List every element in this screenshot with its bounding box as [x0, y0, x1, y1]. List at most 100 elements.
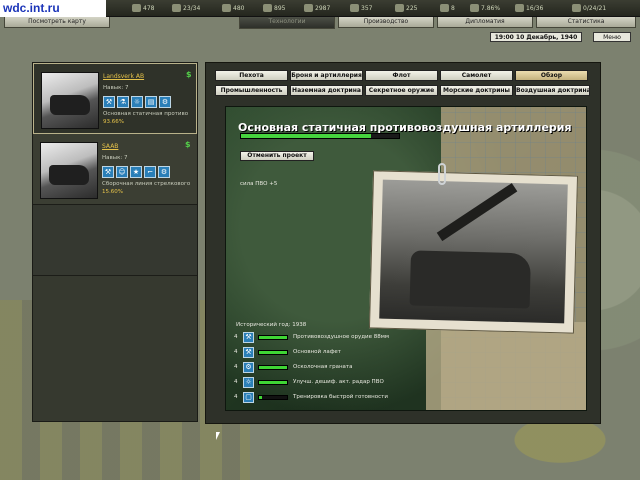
resource-transports[interactable]: 8 — [440, 4, 455, 12]
menu-button[interactable]: Меню — [593, 32, 631, 42]
resource-officers[interactable]: 0/24/21 — [572, 4, 606, 12]
requirement-label: Тренировка быстрой готовности — [293, 394, 388, 400]
resource-money[interactable]: 357 — [350, 4, 372, 12]
category-air-doctrine[interactable]: Воздушная доктрина — [515, 85, 590, 96]
blueprint-icon: ▢ — [243, 392, 254, 403]
requirement-bar — [258, 350, 288, 355]
wrench-icon: ⚒ — [243, 347, 254, 358]
gears-icon: ⚙ — [159, 96, 171, 108]
company-name: SAAB — [102, 143, 119, 150]
wrench-icon: ⚒ — [243, 332, 254, 343]
transports-icon — [440, 4, 449, 12]
company-project: Основная статичная противо — [103, 111, 189, 117]
resource-energy[interactable]: 23/34 — [172, 4, 200, 12]
category-navy[interactable]: Флот — [365, 70, 438, 81]
company-name: Landsverk AB — [103, 73, 145, 80]
wrench-icon: ⚒ — [102, 166, 114, 178]
oil-icon — [304, 4, 313, 12]
resource-escorts[interactable]: 7.86% — [470, 4, 500, 12]
rare-materials-icon — [263, 4, 272, 12]
company-landsverk[interactable]: Landsverk AB $ Навык: 7 ⚒ ⚗ ☼ ▤ ⚙ Основн… — [33, 63, 197, 134]
requirement-label: Улучш. дешиф. акт. радар ПВО — [293, 379, 384, 385]
company-photo — [41, 72, 99, 129]
resource-rare-materials[interactable]: 895 — [263, 4, 285, 12]
requirement-level: 4 — [234, 349, 238, 355]
resource-oil[interactable]: 2987 — [304, 4, 330, 12]
resource-manpower[interactable]: 478 — [132, 4, 154, 12]
tech-progress-fill — [241, 134, 371, 138]
resource-dissent[interactable]: 16/36 — [515, 4, 543, 12]
resource-supplies[interactable]: 225 — [395, 4, 417, 12]
anti-aircraft-gun-image — [379, 179, 568, 324]
category-overview[interactable]: Обзор — [515, 70, 588, 81]
metal-icon — [222, 4, 231, 12]
dissent-icon — [515, 4, 524, 12]
requirement-bar — [258, 335, 288, 340]
requirement-fill — [259, 396, 262, 399]
requirement-bar — [258, 395, 288, 400]
company-photo — [40, 142, 98, 199]
blueprint-icon: ▤ — [145, 96, 157, 108]
tech-progress-bar — [240, 133, 400, 139]
requirement-row[interactable]: 4 ☼ Улучш. дешиф. акт. радар ПВО — [234, 377, 434, 388]
company-skill: Навык: 7 — [103, 85, 129, 91]
tab-production[interactable]: Производство — [338, 17, 434, 28]
requirement-level: 4 — [234, 379, 238, 385]
company-icons: ⚒ ☺ ★ ⌐ ⚙ — [102, 166, 170, 178]
category-aircraft[interactable]: Самолет — [440, 70, 513, 81]
requirement-level: 4 — [234, 394, 238, 400]
category-infantry[interactable]: Пехота — [215, 70, 288, 81]
company-slot-empty[interactable] — [33, 205, 197, 276]
company-progress: 93.66% — [103, 119, 124, 125]
star-icon: ★ — [130, 166, 142, 178]
escorts-icon — [470, 4, 479, 12]
company-progress: 15.60% — [102, 189, 123, 195]
supplies-icon — [395, 4, 404, 12]
requirement-row[interactable]: 4 ⚙ Осколочная граната — [234, 362, 434, 373]
cancel-project-button[interactable]: Отменить проект — [240, 151, 314, 161]
category-land-doctrine[interactable]: Наземная доктрина — [290, 85, 363, 96]
company-skill: Навык: 7 — [102, 155, 128, 161]
category-secret-weapons[interactable]: Секретное оружие — [365, 85, 438, 96]
watermark: wdc.int.ru — [0, 0, 106, 17]
manpower-icon — [132, 4, 141, 12]
game-date: 19:00 10 Декабрь, 1940 — [490, 32, 582, 42]
officers-icon — [572, 4, 581, 12]
flask-icon: ⚗ — [117, 96, 129, 108]
resource-metal[interactable]: 480 — [222, 4, 244, 12]
gears-icon: ⚙ — [243, 362, 254, 373]
mouse-cursor-icon — [216, 432, 220, 440]
tech-photo — [368, 170, 579, 334]
wrench-icon: ⚒ — [103, 96, 115, 108]
category-naval-doctrine[interactable]: Морские доктрины — [440, 85, 513, 96]
tab-statistics[interactable]: Статистика — [536, 17, 636, 28]
bulb-icon: ☼ — [131, 96, 143, 108]
tab-technology[interactable]: Технологии — [239, 17, 335, 29]
requirement-fill — [259, 351, 287, 354]
bulb-icon: ☼ — [243, 377, 254, 388]
dollar-icon: $ — [185, 140, 191, 149]
requirement-row[interactable]: 4 ▢ Тренировка быстрой готовности — [234, 392, 434, 403]
tech-bonus: сила ПВО +5 — [240, 181, 278, 187]
historical-year: Исторический год: 1938 — [236, 322, 307, 328]
category-industry[interactable]: Промышленность — [215, 85, 288, 96]
dollar-icon: $ — [186, 70, 192, 79]
requirement-label: Основной лафет — [293, 349, 342, 355]
tab-diplomacy[interactable]: Дипломатия — [437, 17, 533, 28]
requirement-row[interactable]: 4 ⚒ Противовоздушное орудие 88мм — [234, 332, 434, 343]
category-armor-artillery[interactable]: Броня и артиллерия — [290, 70, 363, 81]
research-companies-panel: Landsverk AB $ Навык: 7 ⚒ ⚗ ☼ ▤ ⚙ Основн… — [32, 62, 198, 422]
main-tab-row: Посмотреть карту Технологии Производство… — [0, 17, 640, 29]
company-saab[interactable]: SAAB $ Навык: 7 ⚒ ☺ ★ ⌐ ⚙ Сборочная лини… — [33, 134, 197, 205]
money-icon — [350, 4, 359, 12]
company-icons: ⚒ ⚗ ☼ ▤ ⚙ — [103, 96, 171, 108]
requirement-row[interactable]: 4 ⚒ Основной лафет — [234, 347, 434, 358]
requirement-fill — [259, 366, 287, 369]
energy-icon — [172, 4, 181, 12]
tab-map[interactable]: Посмотреть карту — [4, 17, 110, 28]
blueprint-background-lower — [426, 322, 586, 410]
ruler-icon: ⌐ — [144, 166, 156, 178]
requirement-bar — [258, 365, 288, 370]
requirement-label: Осколочная граната — [293, 364, 353, 370]
requirement-level: 4 — [234, 364, 238, 370]
